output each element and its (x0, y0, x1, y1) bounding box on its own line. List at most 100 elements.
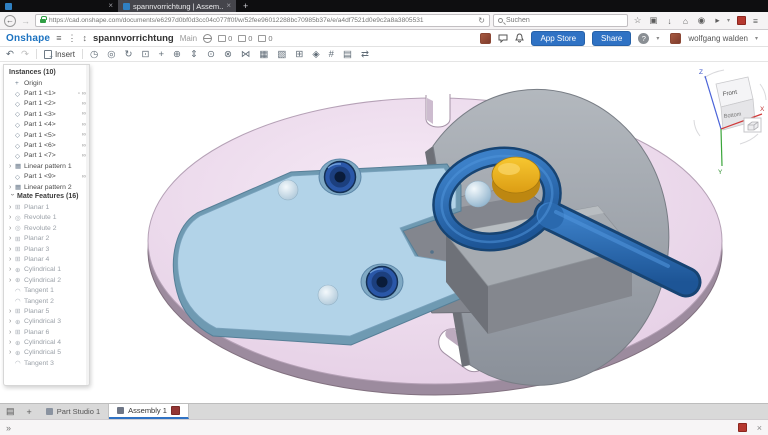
list-item[interactable]: › ⊞ Planar 6 (4, 327, 89, 337)
list-item[interactable]: › ⊕ Cylindrical 4 (4, 337, 89, 347)
list-item[interactable]: › ⊕ Cylindrical 2 (4, 275, 89, 285)
assembly-tool-icon[interactable]: ▦ (259, 49, 268, 60)
list-item[interactable]: › ⊞ Planar 2 (4, 233, 89, 243)
app-store-button[interactable]: App Store (531, 31, 585, 46)
list-item[interactable]: › ▦ Linear pattern 2 (4, 182, 89, 192)
insert-button[interactable]: Insert (44, 50, 75, 59)
bookmarks-menu-icon[interactable]: ▣ (647, 15, 660, 26)
scrollbar[interactable] (86, 65, 89, 385)
list-item[interactable]: › ⊞ Planar 4 (4, 254, 89, 264)
list-item[interactable]: › ◎ Revolute 1 (4, 213, 89, 223)
tab-close-icon[interactable]: × (108, 2, 113, 10)
assembly-tool-icon[interactable]: ▤ (343, 49, 352, 60)
knob-part[interactable] (492, 157, 540, 203)
close-icon[interactable]: × (757, 423, 762, 433)
user-avatar[interactable] (670, 33, 681, 44)
list-item[interactable]: ◇ Part 1 <7> ∞ (4, 151, 89, 161)
list-item[interactable]: › ⊞ Planar 5 (4, 306, 89, 316)
instances-panel[interactable]: Instances (10) + Origin ◇ Part 1 <1> ▫ ∞ (3, 64, 90, 386)
browser-tab-background[interactable]: × (0, 0, 118, 12)
list-item[interactable]: › ⊞ Planar 3 (4, 244, 89, 254)
likes-count[interactable]: 0 (218, 34, 232, 43)
assembly-tool-icon[interactable]: ⊗ (224, 49, 232, 60)
pocket-icon[interactable]: ▸ (711, 15, 724, 26)
back-button[interactable]: ← (4, 15, 16, 27)
chevron-down-icon[interactable]: ▾ (656, 35, 663, 42)
tab-part-studio[interactable]: Part Studio 1 (38, 404, 109, 419)
document-menu-icon[interactable]: ≡ (56, 33, 61, 43)
list-item[interactable]: ◇ Part 1 <4> ∞ (4, 120, 89, 130)
forward-button[interactable]: → (19, 16, 32, 26)
list-item[interactable]: ◇ Part 1 <5> ∞ (4, 130, 89, 140)
list-item[interactable]: ◠ Tangent 1 (4, 285, 89, 295)
socket-screw[interactable] (319, 159, 361, 195)
expander-icon[interactable]: › (9, 194, 16, 200)
tab-assembly[interactable]: Assembly 1 (109, 404, 189, 419)
chevron-down-icon[interactable]: ▾ (727, 17, 734, 24)
assembly-tool-icon[interactable]: ⊙ (207, 49, 215, 60)
view-cube[interactable]: Front Bottom Z X Y (694, 69, 766, 176)
assembly-tool-icon[interactable]: + (158, 49, 164, 60)
browser-tab-active[interactable]: spannvorrichtung | Assem... × (118, 0, 236, 12)
socket-screw[interactable] (361, 264, 403, 300)
assembly-tool-icon[interactable]: ⊕ (173, 49, 181, 60)
list-item[interactable]: › ⊕ Cylindrical 3 (4, 317, 89, 327)
search-box[interactable] (493, 14, 628, 27)
assembly-tool-icon[interactable]: ⇕ (190, 49, 198, 60)
list-item[interactable]: ◠ Tangent 2 (4, 296, 89, 306)
bell-icon[interactable] (515, 33, 524, 43)
assembly-tool-icon[interactable]: ◎ (107, 49, 115, 60)
tab-manager-icon[interactable]: ▤ (0, 404, 21, 419)
undo-icon[interactable]: ↶ (6, 49, 14, 60)
tab-close-icon[interactable]: × (226, 2, 231, 10)
avatar[interactable] (480, 33, 491, 44)
isometric-view-button[interactable] (744, 118, 761, 132)
downloads-icon[interactable]: ↓ (663, 16, 676, 26)
shield-icon[interactable]: ◉ (695, 15, 708, 26)
add-tab-button[interactable]: + (21, 404, 38, 419)
url-text[interactable]: https://cad.onshape.com/documents/e6297d… (49, 17, 475, 24)
dome-pin[interactable] (278, 180, 298, 200)
list-item[interactable]: › ▦ Linear pattern 1 (4, 161, 89, 171)
recording-icon[interactable] (738, 423, 747, 432)
list-item[interactable]: › ⊕ Cylindrical 5 (4, 348, 89, 358)
list-item[interactable]: + Origin (4, 78, 89, 88)
help-button[interactable]: ? (638, 33, 649, 44)
list-item[interactable]: ◇ Part 1 <1> ▫ ∞ (4, 88, 89, 98)
chevron-down-icon[interactable]: ▾ (755, 35, 762, 42)
assembly-tool-icon[interactable]: ⇄ (361, 49, 369, 60)
follow-mode-icon[interactable]: ↕ (82, 33, 87, 43)
url-bar[interactable]: https://cad.onshape.com/documents/e6297d… (35, 14, 490, 27)
list-item[interactable]: › ⊞ Planar 1 (4, 202, 89, 212)
search-input[interactable] (506, 17, 623, 24)
cad-model[interactable]: Front Bottom Z X Y (0, 62, 768, 403)
document-title[interactable]: spannvorrichtung (93, 33, 174, 44)
list-item[interactable]: ◠ Tangent 3 (4, 358, 89, 368)
workspace-name[interactable]: Main (180, 34, 197, 43)
overflow-chevron-icon[interactable]: » (6, 423, 11, 433)
extension-icon[interactable] (737, 16, 746, 25)
list-item[interactable]: › ◎ Revolute 2 (4, 223, 89, 233)
assembly-tool-icon[interactable]: ⊞ (295, 49, 303, 60)
links-count[interactable]: 0 (238, 34, 252, 43)
copies-count[interactable]: 0 (258, 34, 272, 43)
assembly-tool-icon[interactable]: ⋈ (241, 49, 251, 60)
list-item[interactable]: ◇ Part 1 <6> ∞ (4, 140, 89, 150)
versions-icon[interactable]: ⋮ (67, 33, 76, 44)
assembly-tool-icon[interactable]: ⊡ (142, 49, 150, 60)
reload-icon[interactable]: ↻ (478, 16, 485, 25)
assembly-tool-icon[interactable]: ◈ (312, 49, 319, 60)
sphere-part[interactable] (465, 181, 491, 207)
list-item[interactable]: ◇ Part 1 <3> ∞ (4, 109, 89, 119)
list-item[interactable]: › ⊕ Cylindrical 1 (4, 265, 89, 275)
user-name[interactable]: wolfgang walden (688, 34, 748, 43)
dome-pin[interactable] (318, 285, 338, 305)
home-icon[interactable]: ⌂ (679, 16, 692, 26)
redo-icon[interactable]: ↷ (21, 49, 29, 60)
assembly-tool-icon[interactable]: ↻ (125, 49, 133, 60)
onshape-logo[interactable]: Onshape (6, 33, 50, 44)
mate-features-header[interactable]: ›Mate Features (16) (4, 192, 89, 202)
assembly-tool-icon[interactable]: # (329, 49, 334, 60)
list-item[interactable]: ◇ Part 1 <9> ∞ (4, 172, 89, 182)
share-button[interactable]: Share (592, 31, 631, 46)
